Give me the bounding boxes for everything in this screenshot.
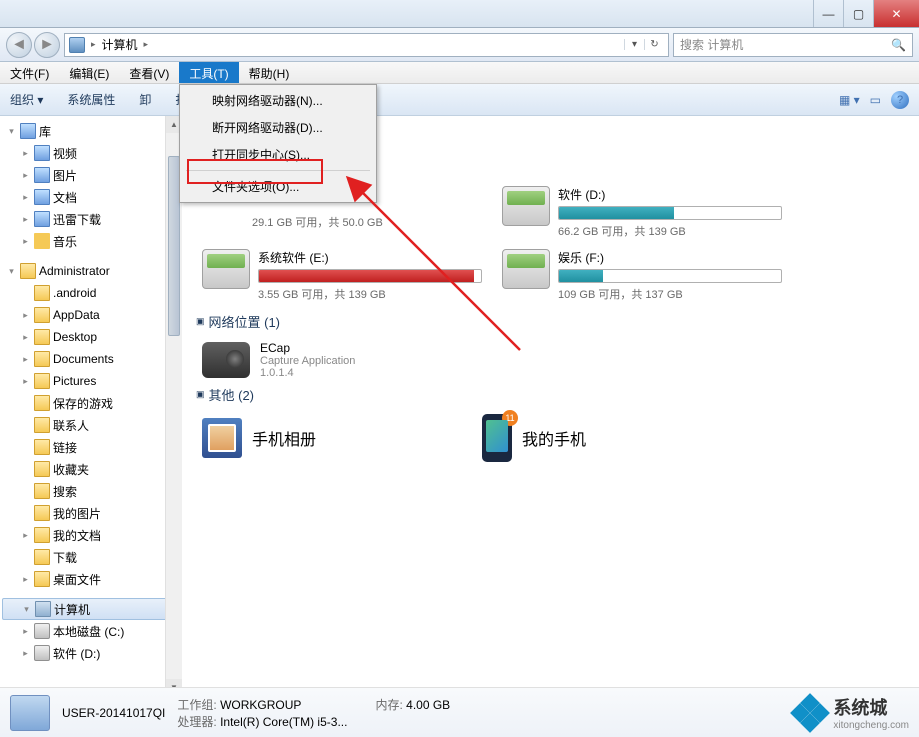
tree-xunlei[interactable]: ▸迅雷下载 <box>0 208 181 230</box>
tree-computer[interactable]: ▾计算机 <box>2 598 179 620</box>
menu-disconnect-network-drive[interactable]: 断开网络驱动器(D)... <box>182 114 374 141</box>
menu-folder-options[interactable]: 文件夹选项(O)... <box>182 173 374 200</box>
content-pane: 软件 (D:) 66.2 GB 可用，共 139 GB 29.1 GB 可用，共… <box>182 116 919 696</box>
phone-album-item[interactable]: 手机相册 <box>202 414 462 462</box>
statusbar: USER-20141017QI 工作组: WORKGROUP 处理器: Inte… <box>0 687 919 737</box>
drive-d-item[interactable]: 软件 (D:) 66.2 GB 可用，共 139 GB <box>502 186 782 239</box>
navbar: ◄ ► ▸ 计算机 ▸ ▾ ↻ 搜索 计算机 🔍 <box>0 28 919 62</box>
view-mode-button[interactable]: ▦ ▾ <box>839 93 860 107</box>
drive-icon <box>502 249 550 289</box>
tree-contacts[interactable]: 联系人 <box>0 414 181 436</box>
menu-tools[interactable]: 工具(T) <box>179 62 238 83</box>
group-network[interactable]: ▣网络位置 (1) <box>196 312 905 331</box>
computer-name: USER-20141017QI <box>62 706 165 720</box>
uninstall-button[interactable]: 卸 <box>139 91 151 108</box>
breadcrumb-seg[interactable]: 计算机 <box>98 36 142 53</box>
menu-separator <box>186 170 370 171</box>
menu-file[interactable]: 文件(F) <box>0 62 59 83</box>
camera-icon <box>202 342 250 378</box>
preview-pane-button[interactable]: ▭ <box>870 93 881 107</box>
tree-drive-d[interactable]: ▸软件 (D:) <box>0 642 181 664</box>
album-icon <box>202 418 242 458</box>
tree-mypics[interactable]: 我的图片 <box>0 502 181 524</box>
system-properties-button[interactable]: 系统属性 <box>67 91 115 108</box>
menu-open-sync-center[interactable]: 打开同步中心(S)... <box>182 141 374 168</box>
tree-mydocs[interactable]: ▸我的文档 <box>0 524 181 546</box>
tree-android[interactable]: .android <box>0 282 181 304</box>
tree-pictures2[interactable]: ▸Pictures <box>0 370 181 392</box>
refresh-button[interactable]: ↻ <box>644 39 664 50</box>
search-input[interactable]: 搜索 计算机 🔍 <box>673 33 913 57</box>
toolbar: 组织 ▾ 系统属性 卸 打开控制面板 ▦ ▾ ▭ ? <box>0 84 919 116</box>
tree-downloads[interactable]: 下载 <box>0 546 181 568</box>
tree-documents[interactable]: ▸Documents <box>0 348 181 370</box>
forward-button[interactable]: ► <box>34 32 60 58</box>
back-button[interactable]: ◄ <box>6 32 32 58</box>
tree-administrator[interactable]: ▾Administrator <box>0 260 181 282</box>
address-bar[interactable]: ▸ 计算机 ▸ ▾ ↻ <box>64 33 669 57</box>
titlebar: — ▢ ✕ <box>0 0 919 28</box>
drive-icon <box>502 186 550 226</box>
watermark-logo-icon <box>793 696 827 730</box>
ecap-item[interactable]: ECap Capture Application 1.0.1.4 <box>202 341 905 379</box>
drive-c-free: 29.1 GB 可用，共 50.0 GB <box>252 214 383 230</box>
help-button[interactable]: ? <box>891 91 909 109</box>
menu-view[interactable]: 查看(V) <box>119 62 179 83</box>
maximize-button[interactable]: ▢ <box>843 0 873 27</box>
tree-drive-c[interactable]: ▸本地磁盘 (C:) <box>0 620 181 642</box>
tools-menu-dropdown: 映射网络驱动器(N)... 断开网络驱动器(D)... 打开同步中心(S)...… <box>179 84 377 203</box>
phone-icon: 11 <box>482 414 512 462</box>
computer-icon <box>69 37 85 53</box>
drive-f-item[interactable]: 娱乐 (F:) 109 GB 可用，共 137 GB <box>502 249 782 302</box>
tree-videos[interactable]: ▸视频 <box>0 142 181 164</box>
tree-savedgames[interactable]: 保存的游戏 <box>0 392 181 414</box>
menu-help[interactable]: 帮助(H) <box>239 62 300 83</box>
menubar: 文件(F) 编辑(E) 查看(V) 工具(T) 帮助(H) <box>0 62 919 84</box>
close-button[interactable]: ✕ <box>873 0 919 27</box>
search-icon: 🔍 <box>891 38 906 52</box>
watermark: 系统城 xitongcheng.com <box>793 694 909 731</box>
tree-docs[interactable]: ▸文档 <box>0 186 181 208</box>
tree-pictures[interactable]: ▸图片 <box>0 164 181 186</box>
drive-icon <box>202 249 250 289</box>
minimize-button[interactable]: — <box>813 0 843 27</box>
drive-e-item[interactable]: 系统软件 (E:) 3.55 GB 可用，共 139 GB <box>202 249 482 302</box>
group-other[interactable]: ▣其他 (2) <box>196 385 905 404</box>
menu-map-network-drive[interactable]: 映射网络驱动器(N)... <box>182 87 374 114</box>
tree-favorites[interactable]: 收藏夹 <box>0 458 181 480</box>
tree-deskfiles[interactable]: ▸桌面文件 <box>0 568 181 590</box>
tree-search[interactable]: 搜索 <box>0 480 181 502</box>
computer-icon <box>10 695 50 731</box>
my-phone-item[interactable]: 11 我的手机 <box>482 414 742 462</box>
main-area: ▾库 ▸视频 ▸图片 ▸文档 ▸迅雷下载 ▸音乐 ▾Administrator … <box>0 116 919 696</box>
address-dropdown[interactable]: ▾ <box>624 39 644 50</box>
sidebar-scrollbar[interactable]: ▲ ▼ <box>165 116 182 696</box>
menu-edit[interactable]: 编辑(E) <box>59 62 119 83</box>
tree-library[interactable]: ▾库 <box>0 120 181 142</box>
organize-button[interactable]: 组织 ▾ <box>10 91 43 108</box>
tree-desktop[interactable]: ▸Desktop <box>0 326 181 348</box>
tree-links[interactable]: 链接 <box>0 436 181 458</box>
sidebar: ▾库 ▸视频 ▸图片 ▸文档 ▸迅雷下载 ▸音乐 ▾Administrator … <box>0 116 182 668</box>
tree-music[interactable]: ▸音乐 <box>0 230 181 252</box>
tree-appdata[interactable]: ▸AppData <box>0 304 181 326</box>
